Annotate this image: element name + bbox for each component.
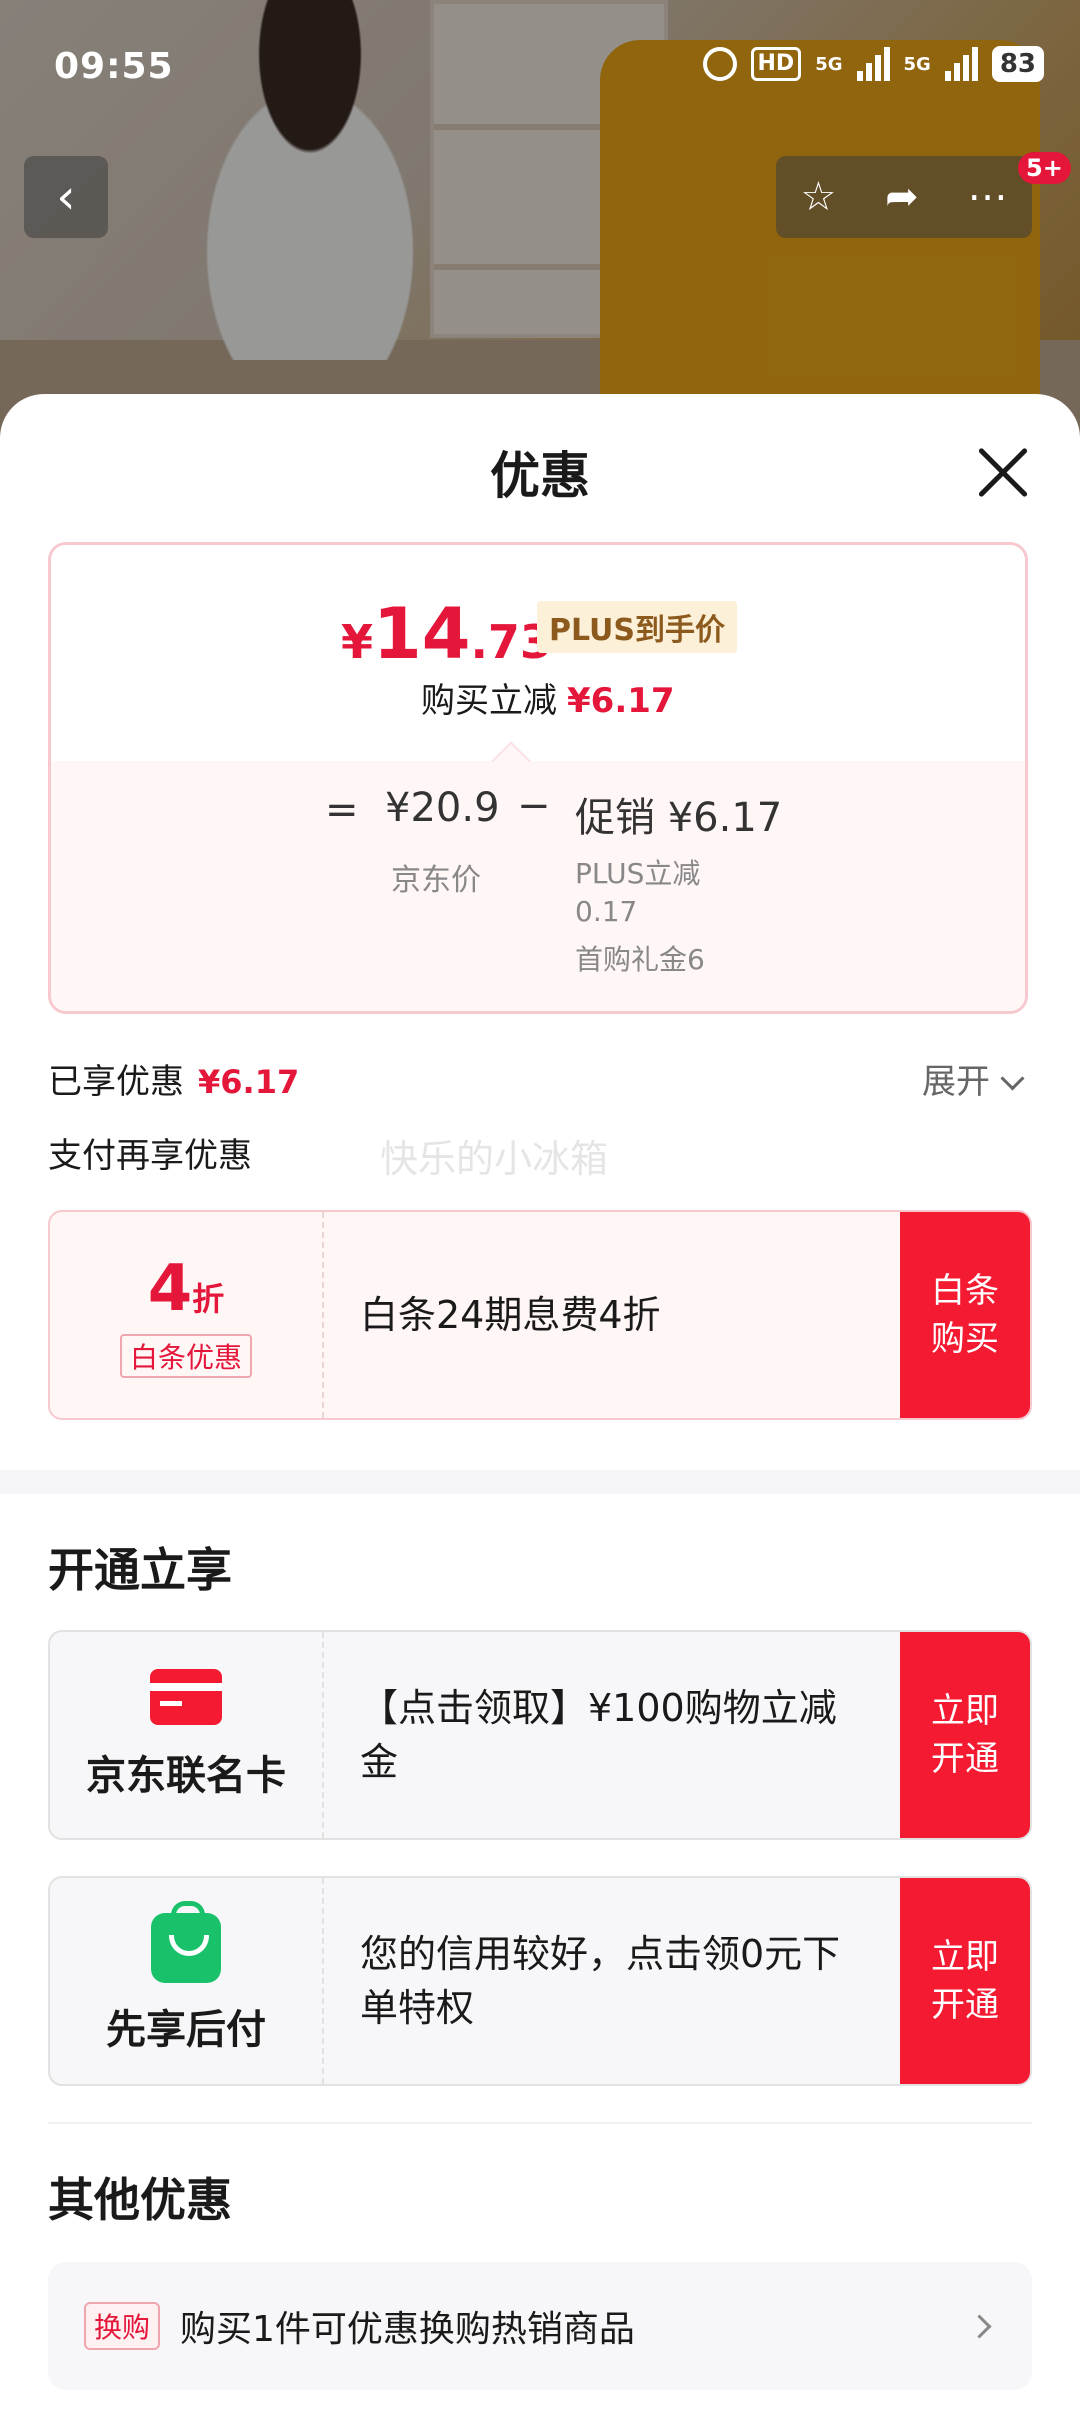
swap-offer-text: 购买1件可优惠换购热销商品 [180,2309,635,2350]
message-badge: 5+ [1018,152,1071,184]
pay-more-label: 支付再享优惠 [48,1136,252,1176]
pay-later-label: 先享后付 [106,2007,266,2053]
jd-price-label: 京东价 [391,863,481,898]
baitiao-text: 白条24期息费4折 [360,1293,661,1337]
price-integer: 14 [373,593,471,675]
open-section-title: 开通立享 [48,1543,232,1597]
baitiao-discount: 4折 白条优惠 [50,1212,324,1418]
chevron-left-icon: ‹ [56,169,76,225]
shopping-bag-icon [151,1901,221,1983]
signal-icon [856,47,890,81]
price-breakdown: = ¥20.9 京东价 − 促销 ¥6.17 PLUS立减 0.17 首购礼金6 [51,761,1025,1011]
discount-number: 4 [147,1252,193,1326]
other-section-title: 其他优惠 [48,2173,232,2227]
baitiao-buy-button[interactable]: 白条 购买 [900,1212,1030,1418]
baitiao-tag: 白条优惠 [119,1334,252,1378]
jd-card-open-button[interactable]: 立即 开通 [900,1632,1030,1838]
chevron-right-icon [967,2314,992,2339]
back-button[interactable]: ‹ [24,156,108,238]
baitiao-btn-line1: 白条 [931,1271,999,1311]
pay-later-offer[interactable]: 先享后付 您的信用较好，点击领0元下单特权 立即 开通 [48,1876,1032,2086]
promo-amount: 促销 ¥6.17 [575,795,783,841]
jd-card-text: 【点击领取】¥100购物立减金 [360,1686,837,1784]
open-btn-line2: 开通 [931,1985,999,2025]
pay-later-text: 您的信用较好，点击领0元下单特权 [360,1932,841,2030]
status-icons: HD 5G 5G 83 [702,46,1044,82]
enjoyed-value: ¥6.17 [198,1063,300,1101]
minus-sign: − [517,783,551,829]
enjoyed-label: 已享优惠 [48,1062,184,1102]
jd-card-offer[interactable]: 京东联名卡 【点击领取】¥100购物立减金 立即 开通 [48,1630,1032,1840]
pay-later-open-button[interactable]: 立即 开通 [900,1878,1030,2084]
credit-card-icon [150,1669,222,1725]
buy-reduce-label: 购买立减 [421,681,557,721]
price-summary: ¥ 14 .73 PLUS到手价 购买立减 ¥6.17 [51,545,1025,761]
chevron-down-icon [1000,1066,1025,1091]
equals-sign: = [325,787,359,833]
more-icon[interactable]: ⋯ [968,174,1008,220]
final-price: ¥ 14 .73 [341,593,552,675]
expand-button[interactable]: 展开 [922,1054,1025,1103]
pay-later-left: 先享后付 [50,1878,324,2084]
share-icon[interactable]: ➦ [885,174,919,220]
swap-tag: 换购 [84,2302,161,2350]
baitiao-coupon[interactable]: 4折 白条优惠 白条24期息费4折 白条 购买 [48,1210,1032,1420]
battery-icon: 83 [991,46,1044,82]
close-icon[interactable] [976,446,1030,500]
watermark: 快乐的小冰箱 [380,1137,609,1181]
jd-card-label: 京东联名卡 [86,1753,286,1799]
section-gap [0,1470,1080,1494]
hd-icon: HD [750,47,802,81]
hero-action-bar: ☆ ➦ ⋯ [776,156,1032,238]
promo-details: PLUS立减 0.17 首购礼金6 [575,855,705,989]
status-bar: 09:55 HD 5G 5G 83 [0,0,1080,140]
alarm-icon [702,47,737,81]
star-icon[interactable]: ☆ [800,174,836,220]
swap-offer-row[interactable]: 换购 购买1件可优惠换购热销商品 [48,2262,1032,2390]
price-card: ¥ 14 .73 PLUS到手价 购买立减 ¥6.17 = ¥20.9 京东价 −… [48,542,1028,1014]
enjoyed-discount: 已享优惠 ¥6.17 [48,1054,299,1103]
status-time: 09:55 [54,46,174,87]
jd-price: ¥20.9 [385,785,500,831]
open-btn-line2: 开通 [931,1739,999,1779]
promo-detail-plus-value: 0.17 [575,895,638,928]
promo-detail-plus-label: PLUS立减 [575,857,701,890]
buy-reduce: 购买立减 ¥6.17 [421,673,675,722]
jd-card-left: 京东联名卡 [50,1632,324,1838]
price-currency: ¥ [341,615,374,669]
divider [48,2122,1032,2124]
plus-price-tag: PLUS到手价 [537,601,738,653]
expand-label: 展开 [922,1062,990,1102]
network-label: 5G [815,53,843,75]
discount-value: 4折 [148,1252,225,1326]
baitiao-btn-line2: 购买 [931,1319,999,1359]
discount-unit: 折 [192,1280,225,1318]
network-label-2: 5G [903,53,931,75]
sheet-title: 优惠 [490,447,590,505]
buy-reduce-value: ¥6.17 [567,681,675,721]
promo-detail-gift: 首购礼金6 [575,943,705,976]
signal-icon-2 [944,47,978,81]
open-btn-line1: 立即 [931,1691,999,1731]
discount-sheet: 优惠 ¥ 14 .73 PLUS到手价 购买立减 ¥6.17 = ¥20.9 京东… [0,394,1080,2412]
open-btn-line1: 立即 [931,1937,999,1977]
